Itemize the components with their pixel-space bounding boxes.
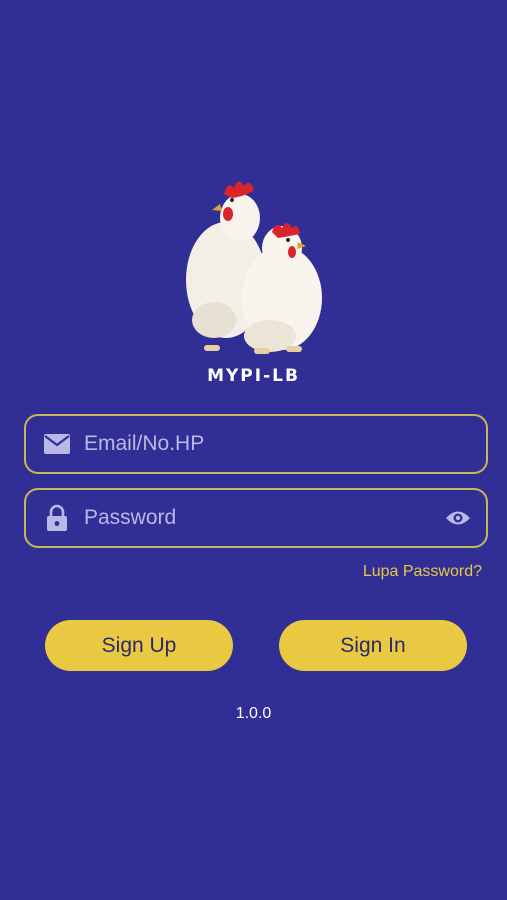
password-input[interactable] bbox=[84, 490, 430, 546]
app-version: 1.0.0 bbox=[235, 705, 272, 722]
sign-up-button[interactable]: Sign Up bbox=[45, 620, 233, 671]
login-screen: MYPI-LB Lupa Password? Sig bbox=[0, 0, 507, 900]
email-input[interactable] bbox=[84, 416, 486, 472]
mail-icon bbox=[26, 416, 84, 472]
password-field[interactable] bbox=[24, 488, 488, 548]
app-name: MYPI-LB bbox=[207, 366, 300, 386]
lock-icon bbox=[26, 490, 84, 546]
email-field[interactable] bbox=[24, 414, 488, 474]
sign-in-button[interactable]: Sign In bbox=[279, 620, 467, 671]
chicken-logo bbox=[174, 170, 334, 365]
forgot-password-link[interactable]: Lupa Password? bbox=[363, 563, 482, 581]
eye-icon[interactable] bbox=[430, 490, 486, 546]
